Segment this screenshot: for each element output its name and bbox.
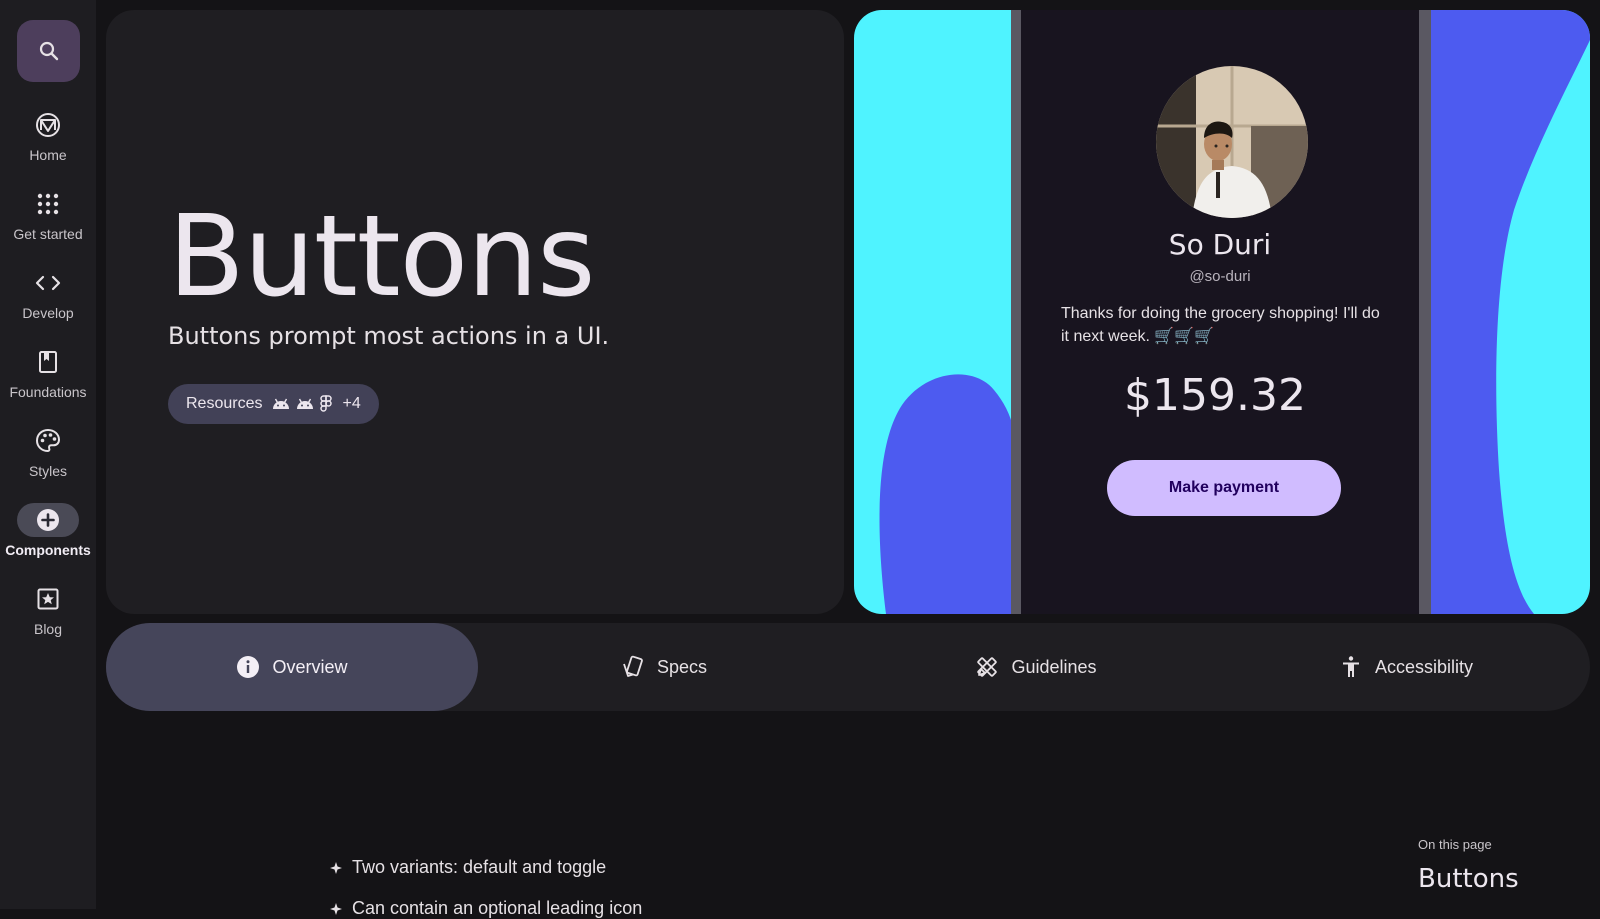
profile-handle: @so-duri bbox=[1189, 268, 1251, 285]
nav-label-get-started: Get started bbox=[13, 226, 83, 242]
android-icon bbox=[297, 398, 314, 409]
page-title: Buttons bbox=[168, 192, 596, 322]
star-doc-icon bbox=[17, 582, 79, 616]
tab-label-guidelines: Guidelines bbox=[1011, 656, 1097, 677]
on-this-page-link-buttons[interactable]: Buttons bbox=[1418, 864, 1519, 894]
tab-specs[interactable]: Specs bbox=[478, 623, 850, 711]
guidelines-icon bbox=[977, 657, 998, 677]
tab-label-overview: Overview bbox=[272, 656, 348, 677]
phone-frame: So Duri @so-duri Thanks for doing the gr… bbox=[1011, 10, 1431, 614]
resources-more-count: +4 bbox=[342, 395, 361, 412]
tab-label-accessibility: Accessibility bbox=[1374, 656, 1474, 677]
list-item: Two variants: default and toggle bbox=[330, 857, 606, 878]
search-button[interactable] bbox=[17, 20, 80, 82]
payment-message: Thanks for doing the grocery shopping! I… bbox=[1061, 305, 1380, 345]
nav-label-develop: Develop bbox=[22, 305, 74, 321]
nav-item-components[interactable]: Components bbox=[0, 503, 96, 558]
info-icon bbox=[237, 656, 260, 678]
make-payment-button[interactable]: Make payment bbox=[1107, 460, 1341, 516]
tab-guidelines[interactable]: Guidelines bbox=[850, 623, 1222, 711]
bullet-text: Two variants: default and toggle bbox=[352, 857, 607, 877]
tab-label-specs: Specs bbox=[656, 656, 708, 677]
nav-item-styles[interactable]: Styles bbox=[0, 424, 96, 479]
android-icon bbox=[273, 398, 290, 409]
specs-icon bbox=[623, 655, 643, 677]
nav-label-blog: Blog bbox=[33, 621, 63, 637]
hero-card: Buttons Buttons prompt most actions in a… bbox=[106, 10, 844, 614]
bullet-star-icon bbox=[330, 861, 342, 874]
material-logo-icon bbox=[17, 108, 79, 142]
hero-illustration: So Duri @so-duri Thanks for doing the gr… bbox=[854, 10, 1590, 614]
payment-amount: $159.32 bbox=[1124, 370, 1306, 421]
search-icon bbox=[39, 41, 58, 61]
nav-item-get-started[interactable]: Get started bbox=[0, 187, 96, 242]
nav-item-foundations[interactable]: Foundations bbox=[0, 345, 96, 400]
resources-label: Resources bbox=[186, 395, 263, 412]
page-subtitle: Buttons prompt most actions in a UI. bbox=[168, 322, 610, 350]
avatar bbox=[1156, 66, 1308, 218]
profile-name: So Duri bbox=[1168, 228, 1272, 261]
nav-label-home: Home bbox=[29, 147, 67, 163]
navigation-rail: Home Get started Develop Foundations Sty… bbox=[0, 0, 96, 909]
resources-chip[interactable]: Resources +4 bbox=[168, 384, 379, 424]
add-circle-icon bbox=[17, 503, 79, 537]
figma-icon bbox=[320, 395, 333, 412]
tab-overview[interactable]: Overview bbox=[106, 623, 478, 711]
palette-icon bbox=[17, 424, 79, 458]
on-this-page-label: On this page bbox=[1418, 837, 1492, 852]
phone-screen: So Duri @so-duri Thanks for doing the gr… bbox=[1021, 10, 1419, 614]
accessibility-icon bbox=[1342, 656, 1359, 677]
nav-label-components: Components bbox=[5, 542, 91, 558]
nav-item-blog[interactable]: Blog bbox=[0, 582, 96, 637]
code-icon bbox=[17, 266, 79, 300]
nav-label-styles: Styles bbox=[28, 463, 68, 479]
nav-label-foundations: Foundations bbox=[9, 384, 87, 400]
section-tabs: Overview Specs Guidelines Accessibility bbox=[106, 623, 1590, 711]
nav-item-home[interactable]: Home bbox=[0, 108, 96, 163]
tab-accessibility[interactable]: Accessibility bbox=[1222, 623, 1590, 711]
nav-item-develop[interactable]: Develop bbox=[0, 266, 96, 321]
book-icon bbox=[17, 345, 79, 379]
apps-grid-icon bbox=[17, 187, 79, 221]
